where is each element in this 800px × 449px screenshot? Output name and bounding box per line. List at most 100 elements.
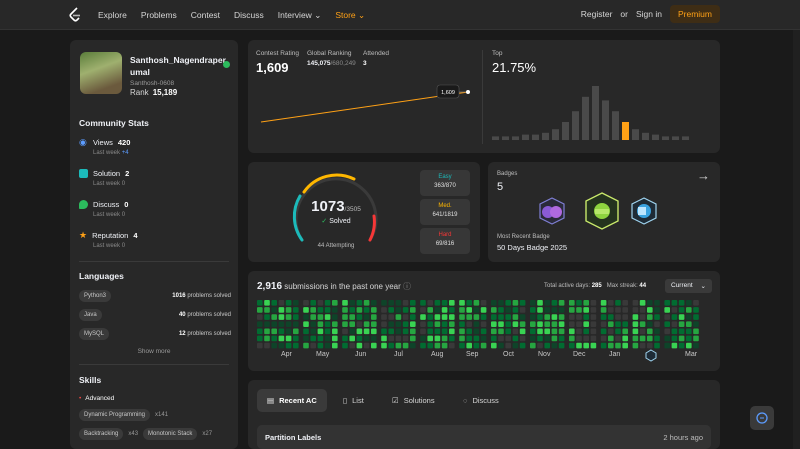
nav-interview-label: Interview (277, 9, 312, 20)
heatmap-cell (342, 328, 348, 335)
heatmap-cell (332, 342, 338, 349)
heatmap-cell (285, 314, 292, 320)
heatmap-cell (639, 321, 646, 327)
heatmap-cell (512, 314, 519, 320)
heatmap-cell (434, 328, 441, 335)
heatmap-cell (519, 314, 526, 320)
heatmap-cell (664, 321, 670, 327)
easy-label: Easy (438, 174, 452, 180)
nav-problems[interactable]: Problems (141, 10, 177, 20)
premium-button[interactable]: Premium (669, 5, 720, 23)
hard-value: 69/816 (435, 241, 455, 247)
nav-contest[interactable]: Contest (191, 10, 220, 20)
heatmap-cell (371, 321, 377, 327)
nav-store[interactable]: Store ⌄ (335, 10, 365, 21)
year-select[interactable]: Current ⌄ (665, 279, 712, 293)
heatmap-cell (551, 307, 558, 313)
stat-discuss-delta: 0 (121, 212, 126, 218)
show-more-button[interactable]: Show more (70, 348, 238, 355)
attempting-text: 44 Attempting (317, 243, 355, 249)
nav-interview[interactable]: Interview ⌄ (278, 10, 322, 21)
heatmap-cell (363, 300, 370, 306)
stat-solution-value: 2 (125, 169, 130, 178)
arrow-right-icon[interactable]: → (697, 168, 710, 183)
distribution-bar (492, 136, 499, 140)
heatmap-cell (491, 321, 497, 327)
language-count: 12 problems solved (179, 331, 231, 337)
heatmap-cell (647, 307, 653, 313)
skill-tag[interactable]: Dynamic Programming (79, 409, 151, 421)
register-link[interactable]: Register (581, 9, 613, 19)
checkbox-icon (79, 169, 88, 178)
heatmap-cell (647, 300, 653, 306)
skill-row: Dynamic Programming x141 (79, 409, 168, 421)
heatmap-cell (395, 307, 402, 313)
heatmap-cell (371, 307, 377, 313)
heatmap-cell (317, 300, 324, 306)
heatmap-cell (271, 300, 277, 306)
heatmap-cell (480, 314, 487, 320)
heatmap-cell (608, 342, 614, 349)
star-icon: ★ (79, 230, 88, 240)
heatmap-cell (303, 321, 309, 327)
heatmap-cell (551, 342, 558, 349)
heatmap-cell (600, 328, 607, 335)
list-item[interactable]: Partition Labels 2 hours ago (257, 425, 711, 449)
skill-tag[interactable]: Monotonic Stack (143, 428, 198, 440)
signin-link[interactable]: Sign in (636, 9, 662, 19)
heatmap-cell (310, 300, 316, 306)
heatmap-cell (466, 342, 472, 349)
stat-solution-delta: 0 (121, 181, 126, 187)
skill-tag[interactable]: Backtracking (79, 428, 124, 440)
heatmap-cell (324, 314, 331, 320)
tab-list[interactable]: ▯ List (333, 389, 374, 412)
heatmap-cell (293, 314, 299, 320)
language-tag[interactable]: Python3 (79, 290, 112, 302)
language-row: Java 40 problems solved (79, 309, 231, 321)
heatmap-cell (466, 314, 472, 320)
heatmap-cell (576, 314, 582, 320)
badge-icon[interactable] (539, 197, 565, 225)
heatmap-cell (441, 300, 448, 306)
heatmap-cell (530, 314, 536, 320)
heatmap-cell (686, 335, 692, 342)
tab-solutions[interactable]: ☑ Solutions (382, 389, 445, 412)
info-icon[interactable]: ⓘ (403, 282, 411, 291)
list-icon: ▤ (267, 396, 275, 405)
language-tag[interactable]: MySQL (79, 328, 110, 340)
heatmap-cell (519, 321, 526, 327)
heatmap-cell (491, 335, 497, 342)
heatmap-cell (466, 300, 472, 306)
heatmap-cell (293, 335, 299, 342)
nav-discuss[interactable]: Discuss (234, 10, 264, 20)
badge-icon[interactable] (585, 192, 619, 230)
leetcode-logo-icon[interactable] (68, 7, 82, 23)
tab-discuss[interactable]: ◌ Discuss (453, 389, 509, 412)
distribution-bar (672, 136, 679, 140)
heatmap-cell (491, 300, 497, 306)
month-label: Apr (281, 351, 292, 358)
scrollbar[interactable] (793, 30, 800, 449)
stat-views: ◉ Views 420 Last week +4 (79, 138, 229, 157)
badge-icon[interactable] (631, 197, 657, 225)
heatmap-cell (388, 307, 394, 313)
heatmap-cell (459, 321, 465, 327)
heatmap-cell (632, 328, 639, 335)
heatmap-cell (420, 314, 426, 320)
nav-explore[interactable]: Explore (98, 10, 127, 20)
badges-card: Badges 5 → Most Recent Badge 50 Days Bad… (488, 162, 720, 262)
heatmap-cell (583, 335, 589, 342)
heatmap-cell (678, 300, 685, 306)
tab-recent-ac[interactable]: ▤ Recent AC (257, 389, 327, 412)
heatmap-cell (693, 321, 699, 327)
heatmap-cell (410, 342, 416, 349)
heatmap-cell (576, 328, 582, 335)
discuss-icon (79, 200, 88, 209)
heatmap-cell (459, 307, 465, 313)
heatmap-cell (480, 342, 487, 349)
chat-support-button[interactable] (750, 406, 774, 430)
heatmap-cell (388, 335, 394, 342)
heatmap-cell (600, 321, 607, 327)
language-tag[interactable]: Java (79, 309, 102, 321)
heatmap-cell (285, 300, 292, 306)
